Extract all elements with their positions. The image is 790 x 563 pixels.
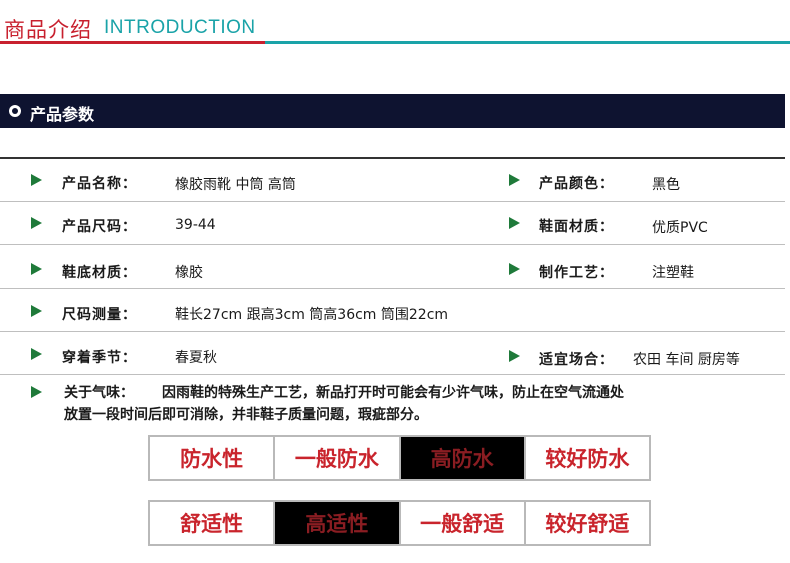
triangle-bullet-icon: [31, 174, 42, 186]
param-value: 黑色: [652, 177, 680, 193]
header-title-cn: 商品介绍: [4, 18, 92, 42]
rating-option: 较好舒适: [545, 511, 630, 536]
notice-label: 关于气味：: [64, 385, 134, 401]
triangle-bullet-icon: [31, 305, 42, 317]
triangle-bullet-icon: [31, 263, 42, 275]
row-separator: [0, 201, 785, 202]
section-title: 产品参数: [30, 105, 95, 124]
rating-name: 舒适性: [150, 502, 276, 544]
param-label: 产品尺码：: [62, 219, 137, 235]
param-label: 产品颜色：: [539, 176, 614, 192]
param-label: 鞋面材质：: [539, 219, 614, 235]
triangle-bullet-icon: [509, 350, 520, 362]
param-value: 注塑鞋: [652, 265, 694, 281]
circle-bullet-icon: [9, 105, 21, 117]
row-separator: [0, 288, 785, 289]
triangle-bullet-icon: [509, 174, 520, 186]
triangle-bullet-icon: [31, 348, 42, 360]
triangle-bullet-icon: [509, 263, 520, 275]
waterproof-rating-strip: 防水性 一般防水 高防水 较好防水: [148, 435, 651, 481]
row-separator: [0, 374, 785, 375]
param-value: 农田 车间 厨房等: [633, 352, 740, 368]
param-value: 橡胶雨靴 中筒 高筒: [175, 177, 296, 193]
param-label: 制作工艺：: [539, 265, 614, 281]
header-underline-teal: [265, 41, 790, 44]
param-value: 39-44: [175, 217, 216, 233]
section-header-bar: 产品参数: [0, 94, 785, 128]
header-underline-red: [0, 41, 265, 44]
param-label: 适宜场合：: [539, 352, 614, 368]
param-label: 穿着季节：: [62, 350, 137, 366]
row-separator: [0, 331, 785, 332]
param-value: 春夏秋: [175, 350, 217, 366]
param-label: 产品名称：: [62, 176, 137, 192]
rating-name: 防水性: [150, 437, 276, 479]
rating-option-selected: 高适性: [275, 502, 401, 544]
notice-text-line2: 放置一段时间后即可消除，并非鞋子质量问题，瑕疵部分。: [64, 407, 428, 423]
notice-text-line1: 因雨鞋的特殊生产工艺，新品打开时可能会有少许气味，防止在空气流通处: [162, 385, 624, 401]
triangle-bullet-icon: [31, 217, 42, 229]
rating-option: 一般舒适: [401, 502, 526, 544]
rating-option: 较好防水: [545, 446, 630, 471]
param-label: 尺码测量：: [62, 307, 137, 323]
param-value: 橡胶: [175, 265, 203, 281]
param-value: 鞋长27cm 跟高3cm 筒高36cm 筒围22cm: [175, 307, 449, 323]
header-title-en: INTRODUCTION: [104, 17, 256, 38]
table-top-rule: [0, 157, 785, 159]
triangle-bullet-icon: [509, 217, 520, 229]
odor-notice: 关于气味： 因雨鞋的特殊生产工艺，新品打开时可能会有少许气味，防止在空气流通处 放…: [64, 382, 774, 426]
param-label: 鞋底材质：: [62, 265, 137, 281]
rating-option-selected: 高防水: [400, 437, 526, 479]
page-header: 商品介绍 INTRODUCTION: [0, 0, 790, 46]
comfort-rating-strip: 舒适性 高适性 一般舒适 较好舒适: [148, 500, 651, 546]
rating-option: 一般防水: [275, 437, 401, 479]
triangle-bullet-icon: [31, 386, 42, 398]
param-value: 优质PVC: [652, 220, 708, 236]
row-separator: [0, 244, 785, 245]
